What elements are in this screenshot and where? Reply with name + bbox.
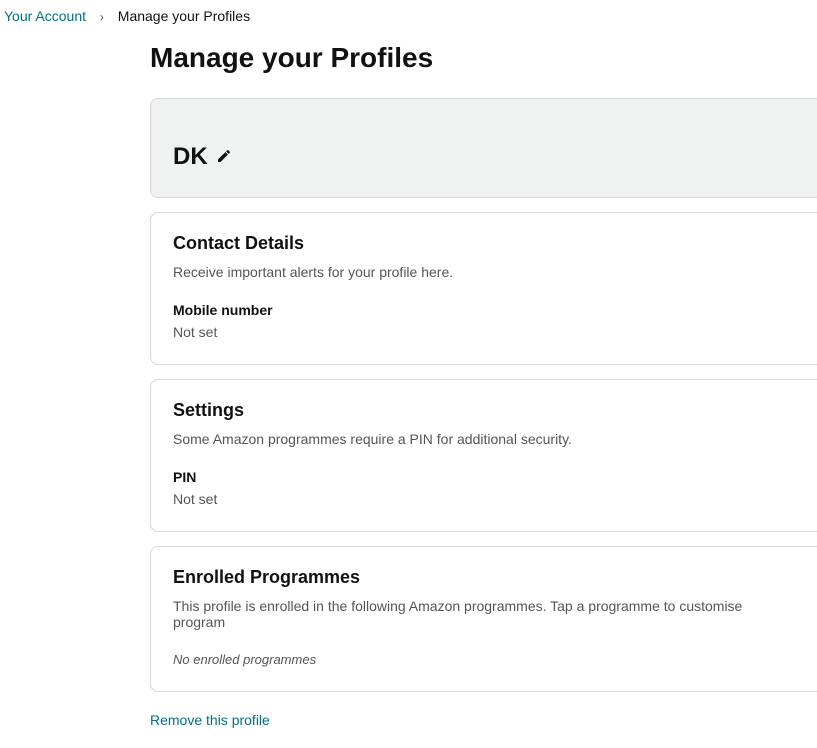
settings-card: Settings Some Amazon programmes require … [150,379,817,532]
mobile-number-label: Mobile number [173,302,795,318]
breadcrumb-separator: › [100,10,104,24]
pin-label: PIN [173,469,795,485]
page-title: Manage your Profiles [150,42,817,74]
profile-header: DK [150,98,817,198]
enrolled-programmes-desc: This profile is enrolled in the followin… [173,598,795,630]
edit-icon[interactable] [216,148,234,166]
remove-profile-link[interactable]: Remove this profile [150,712,270,728]
breadcrumb: Your Account › Manage your Profiles [0,0,817,32]
profile-name: DK [173,143,208,171]
enrolled-programmes-card: Enrolled Programmes This profile is enro… [150,546,817,692]
enrolled-programmes-empty: No enrolled programmes [173,652,795,667]
contact-details-card: Contact Details Receive important alerts… [150,212,817,365]
contact-details-desc: Receive important alerts for your profil… [173,264,795,280]
pin-value: Not set [173,491,795,507]
enrolled-programmes-title: Enrolled Programmes [173,567,795,588]
contact-details-title: Contact Details [173,233,795,254]
settings-title: Settings [173,400,795,421]
breadcrumb-current: Manage your Profiles [118,8,250,24]
settings-desc: Some Amazon programmes require a PIN for… [173,431,795,447]
breadcrumb-root-link[interactable]: Your Account [4,8,86,24]
mobile-number-value: Not set [173,324,795,340]
